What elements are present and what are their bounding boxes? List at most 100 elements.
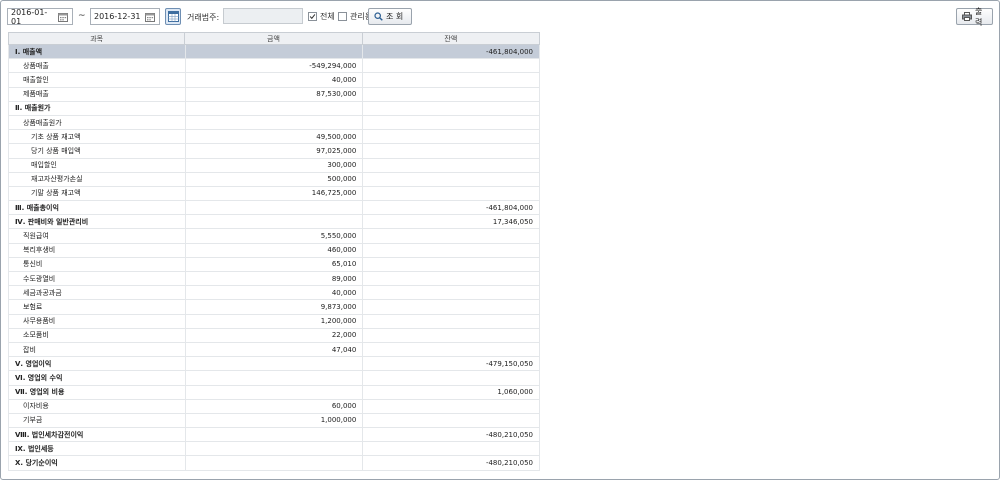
subject-cell: Ⅴ. 영업이익 xyxy=(9,357,186,371)
amount-cell: 65,010 xyxy=(186,257,364,271)
balance-cell xyxy=(363,172,540,186)
table-row[interactable]: 매출할인 40,000 xyxy=(8,73,540,88)
column-header-amount[interactable]: 금액 xyxy=(185,33,363,44)
table-row[interactable]: 상품매출원가 xyxy=(8,115,540,131)
search-button-label: 조 회 xyxy=(386,12,404,21)
subject-cell: 매입할인 xyxy=(9,158,186,172)
balance-cell xyxy=(363,442,541,456)
checkbox-unchecked-icon[interactable] xyxy=(338,12,347,21)
table-row[interactable]: 기초 상품 재고액 49,500,000 xyxy=(8,130,540,145)
subject-cell: 직원급여 xyxy=(9,229,186,243)
table-row[interactable]: 소모품비 22,000 xyxy=(8,328,540,343)
table-row[interactable]: Ⅲ. 매출총이익 -461,804,000 xyxy=(8,201,541,216)
table-row[interactable]: 이자비용 60,000 xyxy=(8,399,540,414)
search-icon xyxy=(374,12,383,21)
amount-cell xyxy=(186,385,364,399)
date-range-separator: ~ xyxy=(78,11,86,21)
balance-cell: -480,210,050 xyxy=(363,456,541,470)
table-row[interactable]: Ⅸ. 법인세등 xyxy=(8,442,541,457)
subject-cell: Ⅹ. 당기순이익 xyxy=(9,456,186,470)
balance-cell xyxy=(363,158,540,172)
balance-cell xyxy=(363,272,540,286)
balance-cell xyxy=(363,73,540,87)
table-row[interactable]: Ⅳ. 판매비와 일반관리비 17,346,050 xyxy=(8,215,541,230)
amount-cell: 300,000 xyxy=(186,158,364,172)
amount-cell: 49,500,000 xyxy=(186,130,364,144)
table-row[interactable]: 세금과공과금 40,000 xyxy=(8,286,540,301)
table-row[interactable]: 기말 상품 재고액 146,725,000 xyxy=(8,186,540,202)
all-checkbox[interactable]: 전체 xyxy=(308,11,335,22)
balance-cell: -479,150,050 xyxy=(363,357,541,371)
amount-cell xyxy=(186,215,364,229)
subject-cell: 잡비 xyxy=(9,342,186,357)
table-row[interactable]: Ⅰ. 매출액 -461,804,000 xyxy=(8,45,541,60)
balance-cell xyxy=(363,229,540,243)
manage-checkbox[interactable]: 관리용 xyxy=(338,11,372,22)
table-row[interactable]: 상품매출 -549,294,000 xyxy=(8,59,540,74)
column-header-balance[interactable]: 잔액 xyxy=(363,33,539,44)
report-window: 2016-01-01 ~ 2016-12-31 거래범주: 전체 관리용 조 회… xyxy=(0,0,1000,480)
subject-cell: 복리후생비 xyxy=(9,243,186,257)
start-date-value: 2016-01-01 xyxy=(11,7,48,26)
balance-cell xyxy=(363,342,540,357)
table-row[interactable]: 잡비 47,040 xyxy=(8,342,540,358)
balance-cell: -480,210,050 xyxy=(363,428,541,442)
balance-cell xyxy=(363,243,540,257)
table-row[interactable]: 재고자산평가손실 500,000 xyxy=(8,172,540,187)
table-row[interactable]: 기부금 1,000,000 xyxy=(8,413,540,429)
table-row[interactable]: 통신비 65,010 xyxy=(8,257,540,272)
balance-cell xyxy=(363,399,540,413)
table-row[interactable]: Ⅹ. 당기순이익 -480,210,050 xyxy=(8,456,541,471)
subject-cell: 제품매출 xyxy=(9,87,186,101)
checkbox-checked-icon[interactable] xyxy=(308,12,317,21)
subject-cell: 기부금 xyxy=(9,413,186,428)
balance-cell xyxy=(363,87,540,101)
table-row[interactable]: Ⅴ. 영업이익 -479,150,050 xyxy=(8,357,541,372)
balance-cell xyxy=(363,59,540,73)
printer-icon xyxy=(962,12,972,21)
balance-cell xyxy=(363,101,541,115)
subject-cell: Ⅷ. 법인세차감전이익 xyxy=(9,428,186,442)
start-date-input[interactable]: 2016-01-01 xyxy=(7,7,73,26)
table-row[interactable]: 수도광열비 89,000 xyxy=(8,272,540,287)
table-row[interactable]: 복리후생비 460,000 xyxy=(8,243,540,258)
table-body: Ⅰ. 매출액 -461,804,000 상품매출 -549,294,000 매출할인 40… xyxy=(8,45,541,471)
income-statement-table: 과목 금액 잔액 Ⅰ. 매출액 -461,804,000 상품매출 -549,294,… xyxy=(8,32,541,471)
end-date-input[interactable]: 2016-12-31 xyxy=(90,8,160,25)
client-category-input[interactable] xyxy=(223,8,303,24)
subject-cell: Ⅱ. 매출원가 xyxy=(9,101,186,115)
table-row[interactable]: 매입할인 300,000 xyxy=(8,158,540,173)
balance-cell xyxy=(363,314,540,328)
subject-cell: 재고자산평가손실 xyxy=(9,172,186,186)
subject-cell: 사무용품비 xyxy=(9,314,186,328)
table-row[interactable]: Ⅱ. 매출원가 xyxy=(8,101,541,116)
table-row[interactable]: 보험료 9,873,000 xyxy=(8,300,540,315)
subject-cell: 기초 상품 재고액 xyxy=(9,130,186,144)
period-picker-button[interactable] xyxy=(165,8,181,25)
balance-cell xyxy=(363,144,540,158)
table-row[interactable]: Ⅷ. 법인세차감전이익 -480,210,050 xyxy=(8,428,541,443)
subject-cell: 수도광열비 xyxy=(9,272,186,286)
column-header-subject[interactable]: 과목 xyxy=(9,33,186,44)
calendar-grid-icon xyxy=(167,11,179,22)
balance-cell xyxy=(363,186,540,201)
print-button[interactable]: 출 력 xyxy=(956,7,993,27)
amount-cell: 146,725,000 xyxy=(186,186,364,201)
table-row[interactable]: 직원급여 5,550,000 xyxy=(8,229,540,244)
balance-cell: 17,346,050 xyxy=(363,215,541,229)
table-row[interactable]: 사무용품비 1,200,000 xyxy=(8,314,540,329)
calendar-icon[interactable] xyxy=(56,10,70,23)
end-date-value: 2016-12-31 xyxy=(94,12,141,21)
subject-cell: 기말 상품 재고액 xyxy=(9,186,186,201)
balance-cell: 1,060,000 xyxy=(363,385,541,399)
table-row[interactable]: 당기 상품 매입액 97,025,000 xyxy=(8,144,540,159)
table-row[interactable]: 제품매출 87,530,000 xyxy=(8,87,540,102)
search-button[interactable]: 조 회 xyxy=(368,8,412,25)
filter-toolbar: 2016-01-01 ~ 2016-12-31 거래범주: 전체 관리용 조 회… xyxy=(7,7,993,27)
balance-cell xyxy=(363,257,540,271)
calendar-icon[interactable] xyxy=(143,10,157,23)
table-row[interactable]: Ⅶ. 영업외 비용 1,060,000 xyxy=(8,385,541,400)
subject-cell: Ⅸ. 법인세등 xyxy=(9,442,186,456)
table-row[interactable]: Ⅵ. 영업외 수익 xyxy=(8,371,541,386)
subject-cell: Ⅲ. 매출총이익 xyxy=(9,201,186,215)
